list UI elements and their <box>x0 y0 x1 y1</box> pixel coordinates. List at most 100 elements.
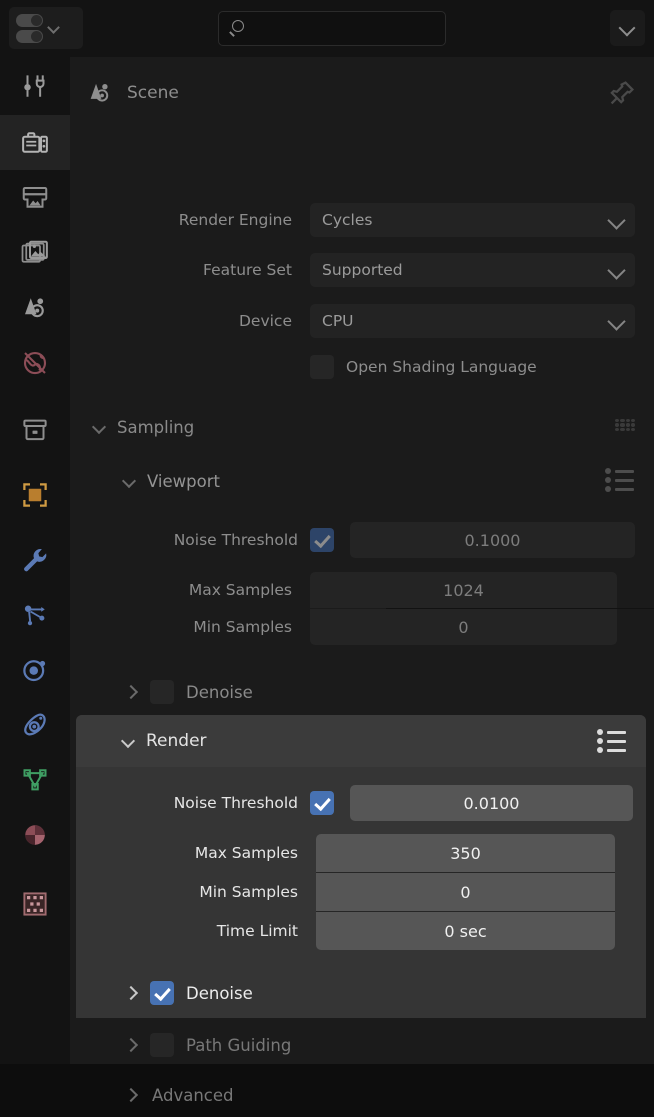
row-render-noise-threshold: Noise Threshold 0.0100 <box>76 783 646 823</box>
world-globe-icon <box>23 351 47 374</box>
viewport-noise-threshold-field[interactable]: 0.1000 <box>350 522 635 558</box>
physics-orbit-icon <box>23 659 46 681</box>
sidebar-item-world[interactable] <box>0 335 70 390</box>
render-title: Render <box>146 731 207 751</box>
chevron-down-icon <box>121 734 135 748</box>
render-max-samples-field[interactable]: 350 <box>316 834 615 872</box>
viewport-preset-icon[interactable] <box>605 467 635 493</box>
particles-icon <box>24 605 45 625</box>
chevron-down-icon <box>48 22 60 34</box>
row-viewport-max-samples: Max Samples 1024 <box>70 572 654 608</box>
sidebar-item-texture[interactable] <box>0 876 70 931</box>
sidebar-item-material[interactable] <box>0 807 70 862</box>
sidebar-item-tool[interactable] <box>0 57 70 115</box>
render-denoise-label: Denoise <box>186 983 253 1003</box>
filter-toggles-icon <box>16 13 43 43</box>
texture-checker-icon <box>23 891 47 916</box>
row-device: Device CPU <box>70 301 654 341</box>
row-feature-set: Feature Set Supported <box>70 250 654 290</box>
camera-back-icon <box>22 131 48 153</box>
render-preset-icon[interactable] <box>597 728 627 754</box>
render-noise-threshold-checkbox[interactable] <box>310 791 334 815</box>
blender-properties-window: Scene Render Engine Cycles Feature Set S… <box>0 0 654 1105</box>
osl-label: Open Shading Language <box>346 358 537 376</box>
tool-icon <box>24 75 45 97</box>
render-time-limit-label: Time Limit <box>216 922 298 940</box>
chevron-down-icon <box>92 420 106 434</box>
row-render-max-samples: Max Samples 350 <box>76 834 646 872</box>
render-noise-threshold-field[interactable]: 0.0100 <box>350 785 633 821</box>
toggle-row-1-icon <box>16 13 43 27</box>
row-viewport-denoise[interactable]: Denoise <box>70 670 654 714</box>
render-engine-dropdown[interactable]: Cycles <box>310 203 635 237</box>
toggle-row-2-icon <box>16 29 43 43</box>
collection-box-icon <box>23 419 47 440</box>
chevron-down-icon <box>607 211 626 230</box>
chevron-right-icon <box>126 685 140 699</box>
viewport-max-samples-field[interactable]: 1024 <box>310 572 617 608</box>
render-denoise-checkbox[interactable] <box>150 981 174 1005</box>
chevron-down-icon <box>122 474 136 488</box>
viewport-denoise-checkbox[interactable] <box>150 680 174 704</box>
search-icon <box>229 20 246 37</box>
row-viewport-min-samples: Min Samples 0 <box>70 609 654 645</box>
pin-icon <box>610 81 635 105</box>
sidebar-item-data[interactable] <box>0 752 70 807</box>
path-guiding-checkbox[interactable] <box>150 1033 174 1057</box>
sampling-title: Sampling <box>117 417 195 437</box>
topbar-overflow-button[interactable] <box>610 10 645 46</box>
section-render-highlighted: Render Noise Threshold 0.0100 Max Sample… <box>76 715 646 1018</box>
row-render-time-limit: Time Limit 0 sec <box>76 912 646 950</box>
section-header-viewport[interactable]: Viewport <box>70 459 654 503</box>
sidebar-item-particles[interactable] <box>0 587 70 642</box>
render-noise-threshold-label: Noise Threshold <box>173 794 298 812</box>
properties-tab-rail <box>0 57 70 1064</box>
feature-set-dropdown[interactable]: Supported <box>310 253 635 287</box>
pin-button[interactable] <box>606 77 638 109</box>
sidebar-item-render[interactable] <box>0 115 70 170</box>
section-header-render[interactable]: Render <box>76 715 646 767</box>
render-max-samples-value: 350 <box>450 843 481 863</box>
viewport-max-samples-value: 1024 <box>443 580 484 600</box>
advanced-label: Advanced <box>152 1085 234 1105</box>
viewport-noise-threshold-value: 0.1000 <box>464 530 521 550</box>
chevron-right-icon <box>126 986 140 1000</box>
editor-type-selector[interactable] <box>9 7 83 49</box>
feature-set-value: Supported <box>322 261 403 279</box>
sidebar-item-modifiers[interactable] <box>0 532 70 587</box>
viewport-noise-threshold-checkbox[interactable] <box>310 528 334 552</box>
printer-output-icon <box>22 186 48 208</box>
render-min-samples-field[interactable]: 0 <box>316 873 615 911</box>
render-engine-label: Render Engine <box>178 211 292 229</box>
render-time-limit-field[interactable]: 0 sec <box>316 912 615 950</box>
chevron-right-icon <box>126 1088 140 1102</box>
grip-dots-icon <box>615 419 635 431</box>
sidebar-item-physics[interactable] <box>0 642 70 697</box>
top-header-bar <box>0 0 654 57</box>
render-engine-value: Cycles <box>322 211 373 229</box>
sidebar-item-view-layer[interactable] <box>0 225 70 280</box>
sidebar-item-collection[interactable] <box>0 402 70 457</box>
chevron-right-icon <box>126 1038 140 1052</box>
device-dropdown[interactable]: CPU <box>310 304 635 338</box>
chevron-down-icon <box>607 261 626 280</box>
device-value: CPU <box>322 312 354 330</box>
osl-checkbox[interactable] <box>310 355 334 379</box>
sidebar-item-output[interactable] <box>0 170 70 225</box>
sidebar-item-scene[interactable] <box>0 280 70 335</box>
render-min-samples-label: Min Samples <box>199 883 298 901</box>
row-render-engine: Render Engine Cycles <box>70 200 654 240</box>
search-input[interactable] <box>218 11 446 46</box>
viewport-max-samples-label: Max Samples <box>188 581 292 599</box>
row-path-guiding[interactable]: Path Guiding <box>70 1023 654 1067</box>
mesh-data-icon <box>23 768 47 790</box>
scene-icon <box>25 297 44 317</box>
viewport-min-samples-field[interactable]: 0 <box>310 609 617 645</box>
chevron-down-icon <box>607 312 626 331</box>
sidebar-item-object[interactable] <box>0 467 70 522</box>
row-render-denoise[interactable]: Denoise <box>76 971 654 1015</box>
feature-set-label: Feature Set <box>203 261 292 279</box>
section-header-sampling[interactable]: Sampling <box>70 405 654 449</box>
row-advanced[interactable]: Advanced <box>70 1073 654 1117</box>
sidebar-item-constraints[interactable] <box>0 697 70 752</box>
